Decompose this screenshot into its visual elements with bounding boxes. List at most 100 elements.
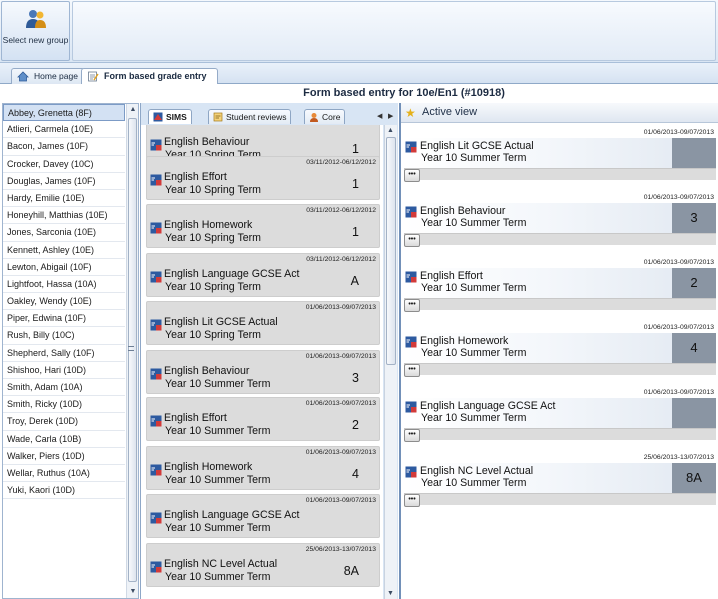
content-area: Form based entry for 10e/En1 (#10918) Ab… [0, 84, 718, 599]
student-item[interactable]: Kennett, Ashley (10E) [3, 242, 125, 259]
sims-icon [405, 466, 417, 478]
date-range: 01/06/2013-09/07/2013 [305, 449, 376, 456]
assessment-term: Year 10 Spring Term [165, 232, 261, 244]
active-view-card: 01/06/2013-09/07/2013 English Language GC… [404, 387, 716, 442]
assessment-card[interactable]: 03/11/2012-06/12/2012 English Effort Year … [146, 156, 380, 200]
tab-form-based-grade-entry-label: Form based grade entry [104, 71, 207, 81]
student-item[interactable]: Lightfoot, Hassa (10A) [3, 276, 125, 294]
assessment-term: Year 10 Summer Term [165, 522, 271, 534]
student-item[interactable]: Crocker, Davey (10C) [3, 156, 125, 173]
student-item[interactable]: Walker, Piers (10D) [3, 448, 125, 465]
tab-core-label: Core [322, 112, 341, 122]
assessment-name: English Behaviour [420, 205, 506, 217]
active-view-title: Active view [422, 106, 478, 118]
assessment-card[interactable]: 03/11/2012-06/12/2012 English Language GC… [146, 253, 380, 297]
scroll-up-icon[interactable]: ▲ [387, 127, 395, 134]
sims-icon [150, 561, 162, 573]
grade-input[interactable] [672, 398, 716, 428]
date-range: 01/06/2013-09/07/2013 [643, 324, 714, 331]
assessment-value: 8A [343, 564, 359, 578]
assessment-term: Year 10 Summer Term [165, 474, 271, 486]
reviews-icon [213, 112, 223, 122]
scroll-down-icon[interactable]: ▼ [129, 588, 137, 596]
sources-list: English Behaviour Year 10 Spring Term 1 03/… [141, 125, 383, 599]
student-item[interactable]: Honeyhill, Matthias (10E) [3, 207, 125, 225]
active-view-card: 01/06/2013-09/07/2013 English Lit GCSE Ac… [404, 127, 716, 182]
tab-student-reviews[interactable]: Student reviews [208, 109, 292, 124]
student-item[interactable]: Shepherd, Sally (10F) [3, 345, 125, 362]
select-new-group-button[interactable]: Select new group [1, 1, 70, 61]
grade-input[interactable]: 3 [672, 203, 716, 233]
sims-icon [150, 271, 162, 283]
assessment-term: Year 10 Summer Term [421, 152, 527, 164]
assessment-card[interactable]: 01/06/2013-09/07/2013 English Language GC… [146, 494, 380, 538]
scroll-thumb[interactable] [386, 137, 396, 365]
assessment-card[interactable]: 25/06/2013-13/07/2013 English NC Level Ac… [146, 543, 380, 587]
student-item[interactable]: Wade, Carla (10B) [3, 431, 125, 448]
assessment-card[interactable]: 01/06/2013-09/07/2013 English Homework Yea… [146, 446, 380, 490]
scroll-up-icon[interactable]: ▲ [129, 106, 137, 114]
student-item[interactable]: Piper, Edwina (10F) [3, 310, 125, 328]
scroll-down-icon[interactable]: ▼ [387, 590, 395, 597]
student-item[interactable]: Bacon, James (10F) [3, 138, 125, 156]
tab-scroll-right-icon[interactable]: ▶ [388, 112, 393, 120]
ribbon-group [72, 1, 716, 61]
grade-input[interactable]: 2 [672, 268, 716, 298]
home-icon [17, 71, 29, 82]
tab-core[interactable]: Core [304, 109, 346, 124]
sims-icon [150, 464, 162, 476]
card-footer [404, 493, 716, 505]
assessment-value: 4 [352, 467, 359, 481]
assessment-term: Year 10 Spring Term [165, 281, 261, 293]
student-item[interactable]: Troy, Derek (10D) [3, 413, 125, 431]
tab-home-page[interactable]: Home page [11, 68, 85, 84]
tab-student-reviews-label: Student reviews [226, 112, 287, 122]
active-view-header: ★ Active view [401, 103, 718, 123]
active-view-card: 01/06/2013-09/07/2013 English Effort Year … [404, 257, 716, 312]
student-list-scrollbar[interactable]: ▲ ▼ [126, 104, 138, 598]
sources-panel: SIMS Student reviews Core ◀ ▶ English Be… [140, 103, 398, 599]
student-item[interactable]: Douglas, James (10F) [3, 173, 125, 190]
student-item[interactable]: Smith, Ricky (10D) [3, 396, 125, 414]
grade-input[interactable]: 8A [672, 463, 716, 493]
sims-icon [405, 336, 417, 348]
assessment-card[interactable]: 01/06/2013-09/07/2013 English Behaviour Ye… [146, 350, 380, 394]
assessment-name: English Homework [164, 219, 253, 231]
more-options-button[interactable]: ••• [404, 429, 420, 442]
student-item[interactable]: Hardy, Emilie (10E) [3, 190, 125, 208]
student-item[interactable]: Lewton, Abigail (10F) [3, 259, 125, 276]
sims-icon [150, 319, 162, 331]
student-item[interactable]: Smith, Adam (10A) [3, 379, 125, 397]
tab-form-based-grade-entry[interactable]: Form based grade entry [81, 68, 218, 85]
assessment-card[interactable]: 01/06/2013-09/07/2013 English Lit GCSE Ac… [146, 301, 380, 345]
more-options-button[interactable]: ••• [404, 169, 420, 182]
assessment-name: English Language GCSE Act [164, 509, 300, 521]
date-range: 01/06/2013-09/07/2013 [643, 194, 714, 201]
assessment-card[interactable]: 03/11/2012-06/12/2012 English Homework Yea… [146, 204, 380, 248]
grade-input[interactable]: 4 [672, 333, 716, 363]
date-range: 01/06/2013-09/07/2013 [305, 497, 376, 504]
source-tabs: SIMS Student reviews Core ◀ ▶ [141, 109, 399, 124]
assessment-name: English Language GCSE Act [164, 268, 300, 280]
date-range: 03/11/2012-06/12/2012 [306, 256, 376, 263]
student-item[interactable]: Shishoo, Hari (10D) [3, 362, 125, 379]
more-options-button[interactable]: ••• [404, 299, 420, 312]
student-item[interactable]: Yuki, Kaori (10D) [3, 482, 125, 500]
student-item[interactable]: Rush, Billy (10C) [3, 327, 125, 345]
tab-scroll-left-icon[interactable]: ◀ [377, 112, 382, 120]
tab-sims[interactable]: SIMS [148, 109, 192, 124]
student-item[interactable]: Abbey, Grenetta (8F) [3, 104, 125, 122]
sources-scrollbar[interactable]: ▲ ▼ [384, 125, 397, 599]
splitter-grip-icon[interactable] [128, 346, 134, 351]
student-item[interactable]: Oakley, Wendy (10E) [3, 293, 125, 311]
more-options-button[interactable]: ••• [404, 494, 420, 507]
assessment-card[interactable]: 01/06/2013-09/07/2013 English Effort Year … [146, 397, 380, 441]
student-item[interactable]: Atlieri, Carmela (10E) [3, 121, 125, 139]
more-options-button[interactable]: ••• [404, 364, 420, 377]
student-item[interactable]: Jones, Sarconia (10E) [3, 224, 125, 242]
active-view-panel: ★ Active view 01/06/2013-09/07/2013 Engli… [399, 103, 718, 599]
sims-icon [405, 271, 417, 283]
more-options-button[interactable]: ••• [404, 234, 420, 247]
student-item[interactable]: Wellar, Ruthus (10A) [3, 465, 125, 483]
grade-input[interactable] [672, 138, 716, 168]
